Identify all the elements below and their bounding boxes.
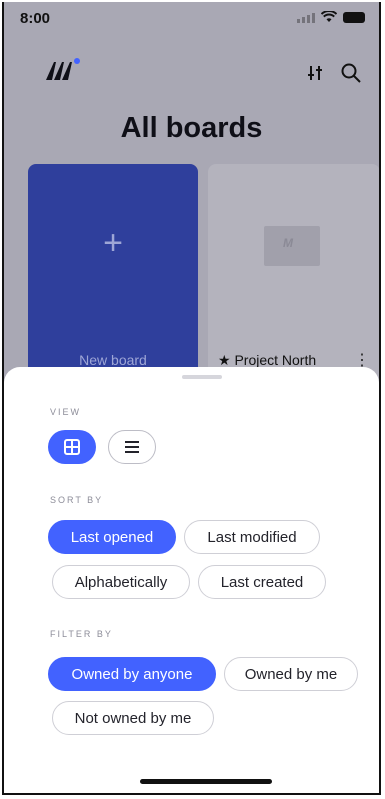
filter-icon[interactable]	[306, 64, 324, 82]
sort-alphabetically[interactable]: Alphabetically	[52, 565, 190, 599]
top-bar	[4, 54, 379, 94]
filter-section-label: FILTER BY	[50, 629, 113, 639]
page-title: All boards	[120, 112, 263, 144]
sort-last-modified[interactable]: Last modified	[184, 520, 320, 554]
view-section-label: VIEW	[50, 407, 82, 417]
filter-owned-by-me[interactable]: Owned by me	[224, 657, 358, 691]
grid-view-icon	[64, 439, 80, 455]
board-card-project-north[interactable]: M ★ Project North ⋮	[208, 164, 379, 384]
new-board-card[interactable]: + New board	[28, 164, 198, 384]
filter-not-owned-by-me[interactable]: Not owned by me	[52, 701, 214, 735]
status-icons	[297, 11, 365, 23]
battery-icon	[343, 11, 365, 23]
app-logo-icon	[46, 58, 80, 80]
search-icon[interactable]	[340, 62, 362, 84]
status-time: 8:00	[20, 10, 51, 27]
new-board-label: New board	[79, 352, 147, 368]
list-view-button[interactable]	[108, 430, 156, 464]
sort-last-opened[interactable]: Last opened	[48, 520, 176, 554]
wifi-icon	[321, 11, 337, 22]
options-bottom-sheet: VIEW SORT BY Last opened Last modified A…	[4, 367, 379, 793]
list-view-icon	[125, 441, 139, 453]
home-indicator	[140, 779, 272, 784]
sort-last-created[interactable]: Last created	[198, 565, 326, 599]
thumbnail-logo-icon: M	[283, 236, 293, 250]
sheet-drag-handle[interactable]	[182, 375, 222, 379]
filter-owned-by-anyone[interactable]: Owned by anyone	[48, 657, 216, 691]
plus-icon: +	[103, 224, 123, 262]
app-frame: 8:00 All boards + New board M ★ Project …	[2, 2, 381, 795]
status-bar: 8:00	[4, 2, 379, 36]
grid-view-button[interactable]	[48, 430, 96, 464]
signal-icon	[297, 11, 315, 23]
sort-section-label: SORT BY	[50, 495, 104, 505]
